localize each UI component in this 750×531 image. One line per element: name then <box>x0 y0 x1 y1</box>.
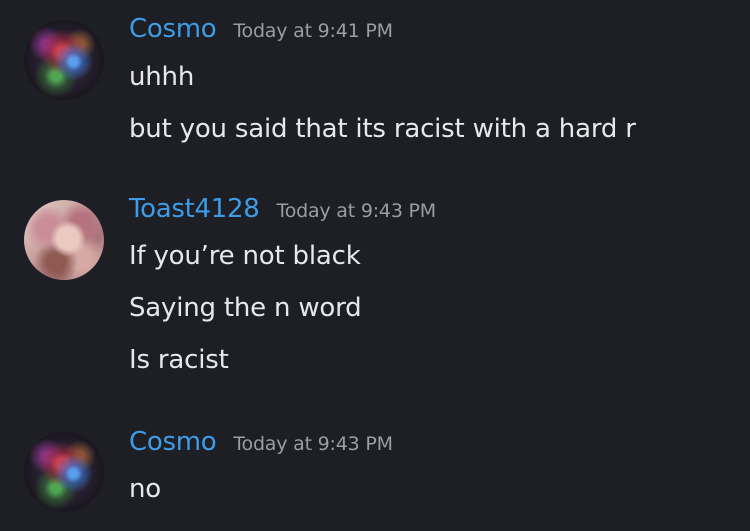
message-header: Toast4128 Today at 9:43 PM <box>129 194 436 224</box>
chat-message-list: Cosmo Today at 9:41 PM uhhh but you said… <box>0 0 750 531</box>
username[interactable]: Cosmo <box>129 14 217 44</box>
message-text: If you’re not black <box>129 241 361 271</box>
timestamp: Today at 9:43 PM <box>276 200 437 222</box>
avatar[interactable] <box>24 20 104 100</box>
message-header: Cosmo Today at 9:41 PM <box>129 14 393 44</box>
message-text: uhhh <box>129 62 195 92</box>
username[interactable]: Toast4128 <box>129 194 260 224</box>
timestamp: Today at 9:43 PM <box>233 433 393 455</box>
message-header: Cosmo Today at 9:43 PM <box>129 427 393 457</box>
timestamp: Today at 9:41 PM <box>233 20 393 42</box>
message-text: but you said that its racist with a hard… <box>129 114 636 144</box>
message-text: Is racist <box>129 345 229 375</box>
avatar[interactable] <box>24 432 104 512</box>
message-text: Saying the n word <box>129 293 362 323</box>
avatar[interactable] <box>24 200 104 280</box>
username[interactable]: Cosmo <box>129 427 217 457</box>
message-text: no <box>129 474 161 504</box>
